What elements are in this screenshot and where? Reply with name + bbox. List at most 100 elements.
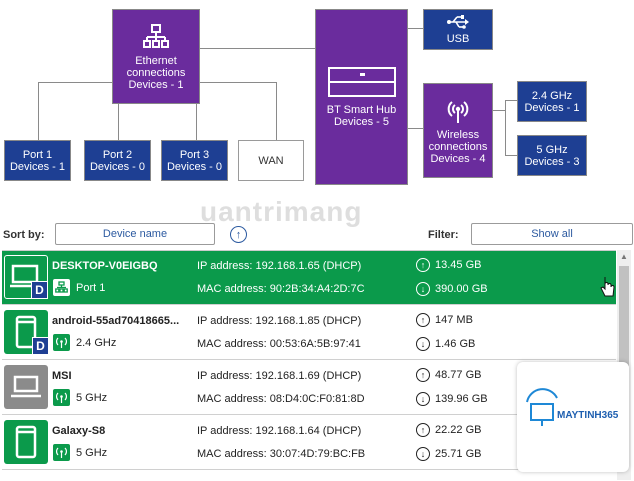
arrow-up-icon: ↑	[416, 423, 430, 437]
download-value: 1.46 GB	[435, 338, 476, 350]
sort-direction-button[interactable]: ↑	[230, 226, 247, 243]
band-5ghz-node[interactable]: 5 GHz Devices - 3	[517, 135, 587, 176]
ip-address: IP address: 192.168.1.85 (DHCP)	[197, 315, 362, 327]
ethernet-title-2: connections	[126, 66, 186, 79]
network-diagram: Ethernet connections Devices - 1 BT Smar…	[0, 0, 634, 190]
usb-label: USB	[446, 32, 470, 45]
upload-value: 147 MB	[435, 314, 473, 326]
arrow-down-icon: ↓	[416, 337, 430, 351]
port-2-node[interactable]: Port 2 Devices - 0	[84, 140, 151, 181]
ethernet-connections-node[interactable]: Ethernet connections Devices - 1	[112, 9, 200, 104]
wireless-title-2: connections	[428, 140, 488, 153]
device-row[interactable]: D DESKTOP-V0EIGBQ Port 1 IP address: 192…	[2, 251, 616, 305]
router-icon	[327, 67, 396, 97]
port-name: Port 2	[102, 148, 133, 161]
download-value: 390.00 GB	[435, 283, 488, 295]
upload-value: 22.22 GB	[435, 424, 482, 436]
upload-value: 48.77 GB	[435, 369, 482, 381]
ethernet-icon	[53, 279, 70, 296]
device-name: Galaxy-S8	[52, 425, 106, 437]
download-traffic: ↓ 1.46 GB	[416, 337, 475, 351]
device-type-badge: D	[32, 337, 49, 355]
connector-line	[505, 100, 506, 155]
connector-line	[407, 128, 423, 129]
mouse-cursor-icon	[600, 277, 615, 297]
filter-dropdown[interactable]: Show all	[471, 223, 633, 245]
device-name: android-55ad70418665...	[52, 315, 180, 327]
connector-line	[38, 82, 39, 140]
device-name: DESKTOP-V0EIGBQ	[52, 260, 158, 272]
ip-address: IP address: 192.168.1.64 (DHCP)	[197, 425, 362, 437]
upload-traffic: ↑ 22.22 GB	[416, 423, 481, 437]
hub-title: BT Smart Hub	[326, 104, 397, 116]
desktop-icon: D	[4, 255, 48, 299]
connector-line	[505, 155, 517, 156]
mac-address: MAC address: 00:53:6A:5B:97:41	[197, 338, 361, 350]
port-device-count: Devices - 1	[9, 160, 66, 173]
connector-line	[200, 48, 316, 49]
hub-device-count: Devices - 5	[333, 116, 390, 128]
phone-icon	[4, 420, 48, 464]
ip-address: IP address: 192.168.1.65 (DHCP)	[197, 260, 362, 272]
wan-label: WAN	[258, 154, 284, 167]
upload-traffic: ↑ 147 MB	[416, 313, 473, 327]
network-icon	[143, 23, 169, 48]
phone-icon: D	[4, 310, 49, 355]
device-row[interactable]: D android-55ad70418665... 2.4 GHz IP add…	[2, 306, 616, 360]
watermark-logo: MAYTINH365	[517, 362, 629, 472]
device-type-badge: D	[31, 281, 48, 299]
wireless-connections-node[interactable]: Wireless connections Devices - 4	[423, 83, 493, 178]
wifi-icon	[53, 334, 70, 351]
scrollbar-thumb[interactable]	[619, 266, 629, 366]
laptop-icon	[4, 365, 48, 409]
download-traffic: ↓ 25.71 GB	[416, 447, 481, 461]
arrow-down-icon: ↓	[416, 392, 430, 406]
connector-line	[276, 82, 277, 140]
mac-address: MAC address: 90:2B:34:A4:2D:7C	[197, 283, 365, 295]
band-device-count: Devices - 3	[524, 155, 580, 168]
arrow-up-icon: ↑	[416, 368, 430, 382]
download-value: 139.96 GB	[435, 393, 488, 405]
scroll-up-button[interactable]: ▲	[617, 252, 631, 264]
port-1-node[interactable]: Port 1 Devices - 1	[4, 140, 71, 181]
usb-node[interactable]: USB	[423, 9, 493, 50]
band-device-count: Devices - 1	[524, 101, 580, 114]
filter-label: Filter:	[428, 229, 459, 241]
smart-hub-node[interactable]: BT Smart Hub Devices - 5	[315, 9, 408, 185]
arrow-up-icon: ↑	[416, 258, 430, 272]
wireless-title-1: Wireless	[436, 128, 480, 141]
wireless-device-count: Devices - 4	[430, 152, 486, 165]
band-24ghz-node[interactable]: 2.4 GHz Devices - 1	[517, 81, 587, 122]
download-value: 25.71 GB	[435, 448, 482, 460]
usb-icon	[447, 14, 469, 29]
ethernet-device-count: Devices - 1	[128, 78, 184, 91]
mac-address: MAC address: 30:07:4D:79:BC:FB	[197, 448, 366, 460]
wifi-icon	[53, 389, 70, 406]
band-name: 5 GHz	[536, 143, 568, 156]
arrow-down-icon: ↓	[416, 282, 430, 296]
connection-label: 5 GHz	[76, 392, 108, 404]
upload-traffic: ↑ 13.45 GB	[416, 258, 481, 272]
download-traffic: ↓ 390.00 GB	[416, 282, 488, 296]
port-device-count: Devices - 0	[166, 160, 223, 173]
connection-label: 2.4 GHz	[76, 337, 117, 349]
connection-label: 5 GHz	[76, 447, 108, 459]
upload-value: 13.45 GB	[435, 259, 482, 271]
sort-label: Sort by:	[3, 229, 45, 241]
connector-line	[493, 110, 505, 111]
port-name: Port 1	[22, 148, 53, 161]
arrow-up-icon: ↑	[235, 228, 242, 241]
wifi-icon	[53, 444, 70, 461]
watermark-text: uantrimang	[200, 196, 363, 227]
device-name: MSI	[52, 370, 72, 382]
wan-node[interactable]: WAN	[238, 140, 304, 181]
mac-address: MAC address: 08:D4:0C:F0:81:8D	[197, 393, 365, 405]
sort-by-dropdown[interactable]: Device name	[55, 223, 215, 245]
connector-line	[407, 28, 423, 29]
port-3-node[interactable]: Port 3 Devices - 0	[161, 140, 228, 181]
download-traffic: ↓ 139.96 GB	[416, 392, 488, 406]
watermark-logo-text: MAYTINH365	[557, 410, 619, 421]
ip-address: IP address: 192.168.1.69 (DHCP)	[197, 370, 362, 382]
port-name: Port 3	[179, 148, 210, 161]
ethernet-title-1: Ethernet	[135, 54, 177, 67]
